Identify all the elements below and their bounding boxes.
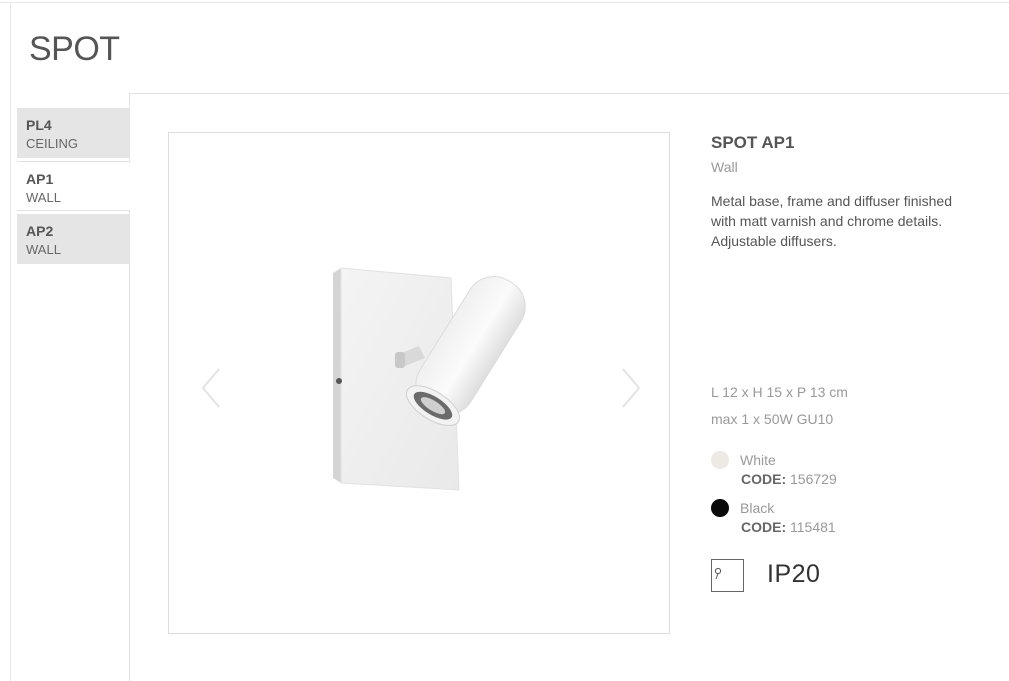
chevron-right-icon[interactable]	[615, 363, 645, 413]
tab-ap2[interactable]: AP2 WALL	[17, 214, 130, 264]
code-label: CODE:	[741, 519, 787, 535]
left-divider	[10, 2, 11, 681]
product-lamp-spec: max 1 x 50W GU10	[711, 411, 834, 427]
product-image	[333, 267, 526, 491]
product-name: SPOT AP1	[711, 133, 795, 152]
tab-code: AP1	[26, 171, 54, 187]
tab-type: WALL	[26, 190, 61, 205]
variant-code: CODE: 115481	[741, 519, 836, 535]
tab-code: PL4	[26, 117, 52, 133]
product-gallery	[168, 132, 670, 634]
tab-code: AP2	[26, 223, 54, 239]
tab-type: WALL	[26, 242, 61, 257]
color-swatch	[711, 499, 729, 517]
tab-pl4[interactable]: PL4 CEILING	[17, 108, 130, 158]
product-description: Metal base, frame and diffuser finished …	[711, 193, 952, 249]
model-tabs: PL4 CEILING AP1 WALL AP2 WALL	[17, 108, 130, 267]
code-value: 156729	[790, 471, 837, 487]
tab-type: CEILING	[26, 136, 79, 151]
ip-rating-icon	[711, 559, 744, 592]
chevron-left-icon[interactable]	[197, 363, 227, 413]
color-swatch	[711, 451, 729, 469]
tab-ap1[interactable]: AP1 WALL	[17, 161, 130, 211]
variant-name: White	[740, 452, 776, 468]
product-dimensions: L 12 x H 15 x P 13 cm	[711, 384, 848, 400]
top-divider	[0, 2, 1009, 3]
product-subtitle: Wall	[711, 159, 738, 175]
code-label: CODE:	[741, 471, 787, 487]
code-value: 115481	[790, 519, 836, 535]
variant-code: CODE: 156729	[741, 471, 837, 487]
variant-name: Black	[740, 500, 775, 516]
page-title: SPOT	[29, 30, 120, 68]
ip-rating-label: IP20	[767, 560, 821, 588]
